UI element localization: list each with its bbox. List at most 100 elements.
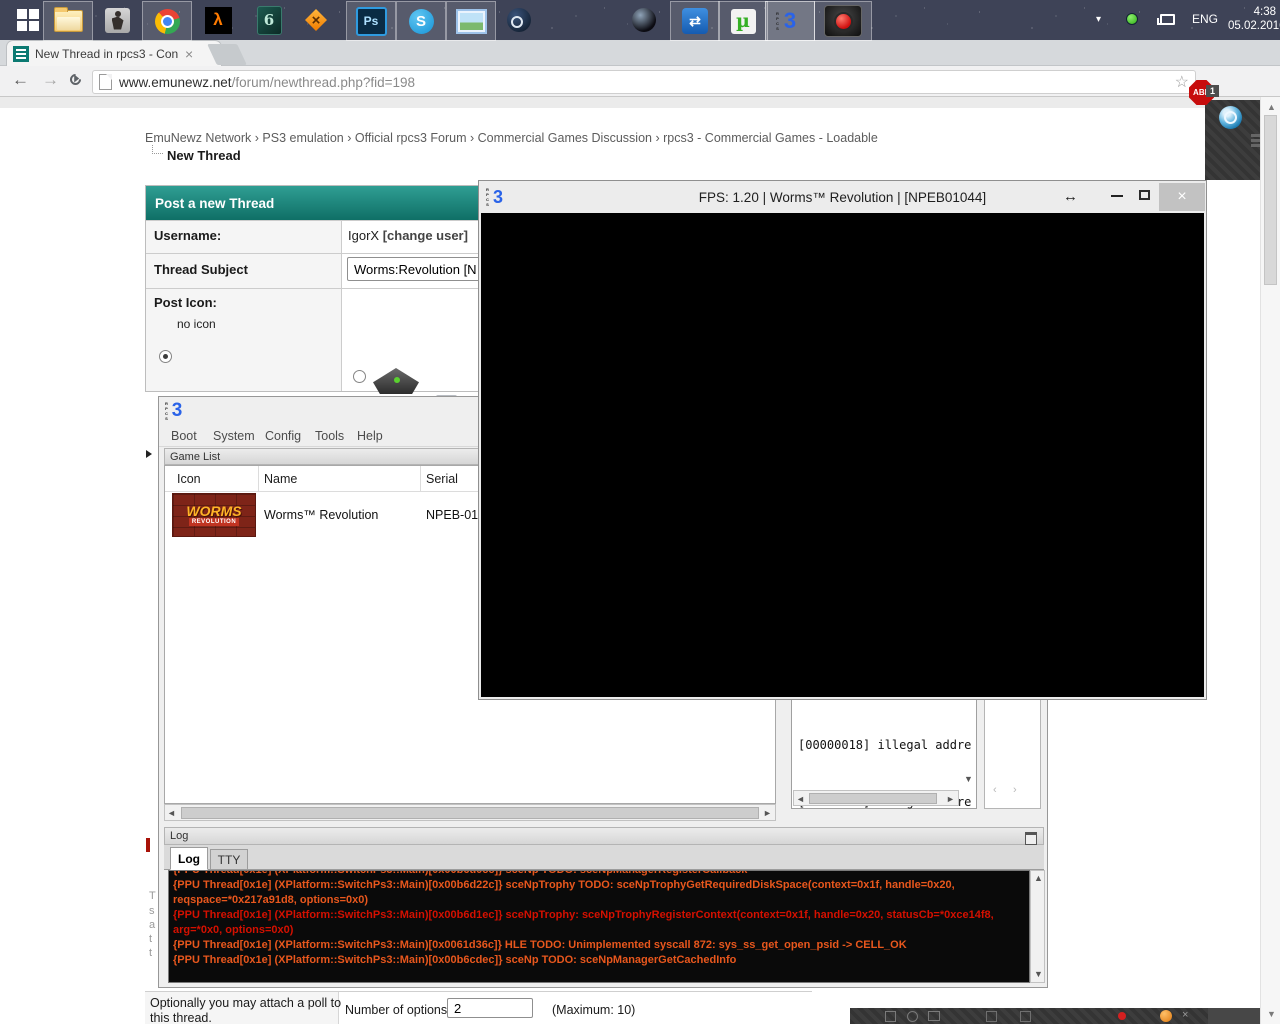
debugger-entry[interactable]: [00000018] illegal addre xyxy=(798,736,971,755)
breadcrumb-link[interactable]: PS3 emulation xyxy=(262,131,343,145)
tree-branch-icon xyxy=(152,145,163,154)
close-icon: × xyxy=(1182,1009,1188,1021)
taskbar: ▾ ENG 4:38 05.02.2016 xyxy=(0,0,1280,40)
scroll-left-icon[interactable]: ‹ xyxy=(993,784,997,796)
fragment-red-bar xyxy=(146,838,150,852)
scroll-left-icon[interactable]: ◄ xyxy=(167,808,176,818)
mini-icon xyxy=(1020,1011,1031,1022)
options-input[interactable] xyxy=(447,998,533,1018)
counter-strike-icon xyxy=(105,8,130,33)
scroll-up-icon[interactable]: ▲ xyxy=(1267,102,1276,112)
resize-horizontal-icon[interactable]: ↔ xyxy=(1063,188,1078,205)
mini-icon xyxy=(907,1011,918,1022)
menu-help[interactable]: Help xyxy=(357,429,383,443)
page-icon xyxy=(99,74,112,90)
emulator-title: FPS: 1.20 | Worms™ Revolution | [NPEB010… xyxy=(479,190,1206,205)
network-icon[interactable] xyxy=(1160,14,1175,25)
column-serial[interactable]: Serial xyxy=(426,472,458,486)
log-output[interactable]: {PPU Thread[0x1e] (XPlatform::SwitchPs3:… xyxy=(168,870,1030,983)
column-name[interactable]: Name xyxy=(264,472,297,486)
taskbar-item-rpcs3[interactable] xyxy=(765,1,815,41)
taskbar-item-recorder[interactable] xyxy=(814,1,872,41)
clock[interactable]: 4:38 05.02.2016 xyxy=(1228,5,1276,33)
breadcrumb-link[interactable]: EmuNewz Network xyxy=(145,131,251,145)
emulator-title-bar[interactable]: FPS: 1.20 | Worms™ Revolution | [NPEB010… xyxy=(479,181,1206,213)
log-dock-header[interactable]: Log xyxy=(164,827,1044,845)
tray-expand-icon[interactable]: ▾ xyxy=(1096,14,1101,25)
breadcrumb-link[interactable]: rpcs3 - Commercial Games - Loadable xyxy=(663,131,878,145)
scroll-thumb[interactable] xyxy=(181,807,759,819)
chrome-icon xyxy=(155,9,180,34)
hamachi-icon xyxy=(305,9,327,31)
scroll-left-icon[interactable]: ◄ xyxy=(796,794,805,804)
taskbar-item-chrome[interactable] xyxy=(142,1,192,41)
scroll-right-icon[interactable]: ► xyxy=(763,808,772,818)
menu-boot[interactable]: Boot xyxy=(171,429,197,443)
scroll-down-icon[interactable]: ▼ xyxy=(1034,969,1043,979)
taskbar-item-gamesave-manager[interactable] xyxy=(245,1,293,39)
background-window-corner xyxy=(1208,1008,1260,1024)
dock-float-icon[interactable] xyxy=(1025,832,1037,845)
username-label: Username: xyxy=(154,228,221,243)
icon-radio-xbox[interactable] xyxy=(353,370,366,383)
breadcrumb-link[interactable]: Commercial Games Discussion xyxy=(478,131,652,145)
change-user-link[interactable]: [change user] xyxy=(383,228,468,243)
page-scrollbar[interactable]: ▲ ▼ xyxy=(1260,97,1280,1024)
url-bar[interactable]: www.emunewz.net/forum/newthread.php?fid=… xyxy=(92,70,1196,94)
back-icon[interactable]: ← xyxy=(12,70,29,90)
breadcrumb-link[interactable]: Official rpcs3 Forum xyxy=(355,131,467,145)
taskbar-item-steam[interactable] xyxy=(495,1,543,39)
no-icon-radio[interactable] xyxy=(159,350,172,363)
log-line: {PPU Thread[0x1e] (XPlatform::SwitchPs3:… xyxy=(173,908,1027,938)
rpcs3-icon xyxy=(777,8,803,34)
tray-app-icon[interactable] xyxy=(1126,13,1138,25)
scroll-down-icon[interactable]: ▼ xyxy=(964,774,973,784)
log-vscrollbar[interactable]: ▲ ▼ xyxy=(1030,870,1045,983)
tab-tty[interactable]: TTY xyxy=(210,849,248,870)
reload-icon[interactable] xyxy=(68,72,84,88)
fragment-letter: t xyxy=(149,947,152,959)
scroll-thumb[interactable] xyxy=(809,793,937,804)
tab-log[interactable]: Log xyxy=(170,847,208,870)
taskbar-item-counter-strike[interactable] xyxy=(93,1,141,39)
tab-close-icon[interactable]: × xyxy=(185,46,193,62)
adblock-badge: 1 xyxy=(1206,85,1219,97)
scroll-thumb[interactable] xyxy=(1264,115,1277,285)
scroll-right-icon[interactable]: ► xyxy=(946,794,955,804)
emulator-minimize-icon[interactable] xyxy=(1111,195,1123,197)
taskbar-item-half-life[interactable] xyxy=(194,1,242,39)
taskbar-item-skype[interactable] xyxy=(396,1,446,41)
bookmark-star-icon[interactable]: ☆ xyxy=(1175,72,1189,92)
taskbar-item-file-explorer[interactable] xyxy=(43,1,93,41)
orange-icon xyxy=(1160,1010,1172,1022)
menu-config[interactable]: Config xyxy=(265,429,301,443)
record-dot-icon xyxy=(1118,1012,1126,1020)
taskbar-item-utorrent[interactable] xyxy=(718,1,768,41)
column-icon[interactable]: Icon xyxy=(177,472,201,486)
scroll-down-icon[interactable]: ▼ xyxy=(1267,1009,1276,1019)
game-list-hscrollbar[interactable]: ◄ ► xyxy=(164,804,776,821)
url-text: www.emunewz.net/forum/newthread.php?fid=… xyxy=(119,75,415,90)
language-indicator[interactable]: ENG xyxy=(1192,12,1218,26)
taskbar-item-hamachi[interactable] xyxy=(292,1,340,39)
debugger-hscrollbar[interactable]: ◄ ► xyxy=(793,790,959,806)
poll-row: Optionally you may attach a poll to this… xyxy=(145,991,812,1024)
menu-system[interactable]: System xyxy=(213,429,255,443)
menu-tools[interactable]: Tools xyxy=(315,429,344,443)
options-label: Number of options: xyxy=(345,1003,451,1017)
taskbar-item-photoshop[interactable] xyxy=(346,1,396,41)
browser-tab[interactable]: New Thread in rpcs3 - Con × xyxy=(6,40,222,67)
scroll-up-icon[interactable]: ▲ xyxy=(1034,873,1043,883)
taskbar-item-teamviewer[interactable] xyxy=(670,1,720,41)
extension-icon[interactable] xyxy=(1219,106,1242,129)
emulator-screen xyxy=(481,213,1204,697)
emulator-close-button[interactable]: × xyxy=(1159,183,1205,211)
emulator-maximize-icon[interactable] xyxy=(1139,190,1150,200)
game-name: Worms™ Revolution xyxy=(264,508,378,522)
taskbar-item-photo-viewer[interactable] xyxy=(446,1,496,41)
scroll-right-icon[interactable]: › xyxy=(1013,784,1017,796)
half-life-lambda-icon xyxy=(205,7,232,34)
screen: ▾ ENG 4:38 05.02.2016 New Thread in rpcs… xyxy=(0,0,1280,1024)
forward-icon[interactable]: → xyxy=(42,70,59,90)
taskbar-item-media-sphere[interactable] xyxy=(620,1,668,39)
